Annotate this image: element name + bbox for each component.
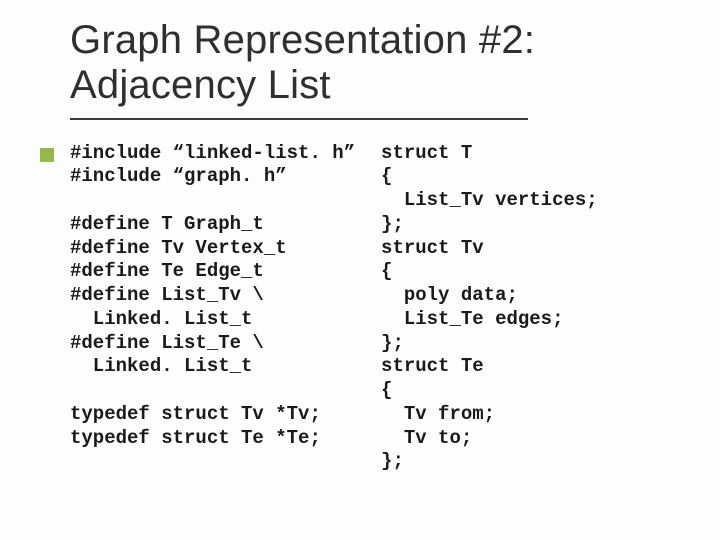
title-rule bbox=[70, 118, 528, 120]
title-block: Graph Representation #2: Adjacency List bbox=[70, 18, 680, 108]
slide: Graph Representation #2: Adjacency List … bbox=[0, 0, 720, 540]
code-left-column: #include “linked-list. h” #include “grap… bbox=[70, 142, 355, 475]
title-line-1: Graph Representation #2: bbox=[70, 18, 680, 63]
code-columns: #include “linked-list. h” #include “grap… bbox=[70, 142, 680, 475]
code-right-column: struct T { List_Tv vertices; }; struct T… bbox=[381, 142, 598, 475]
accent-square-icon bbox=[40, 148, 54, 162]
title-line-2: Adjacency List bbox=[70, 63, 680, 108]
